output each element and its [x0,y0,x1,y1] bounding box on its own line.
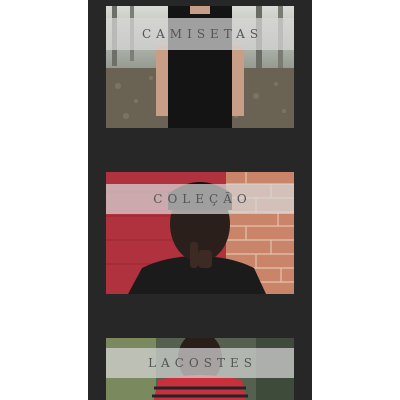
colecao-label-band: COLEÇÃO [106,184,294,214]
category-card-colecao[interactable]: COLEÇÃO [106,172,294,294]
camisetas-label-band: CAMISETAS [106,18,294,50]
category-label-lacostes: LACOSTES [148,356,257,370]
lacostes-label-band: LACOSTES [106,348,294,378]
category-card-lacostes[interactable]: LACOSTES [106,338,294,400]
category-label-camisetas: CAMISETAS [141,27,264,41]
app-screen: CAMISETAS COLEÇÃO LACOSTES [88,0,312,400]
category-label-colecao: COLEÇÃO [153,192,252,206]
category-card-camisetas[interactable]: CAMISETAS [106,6,294,128]
